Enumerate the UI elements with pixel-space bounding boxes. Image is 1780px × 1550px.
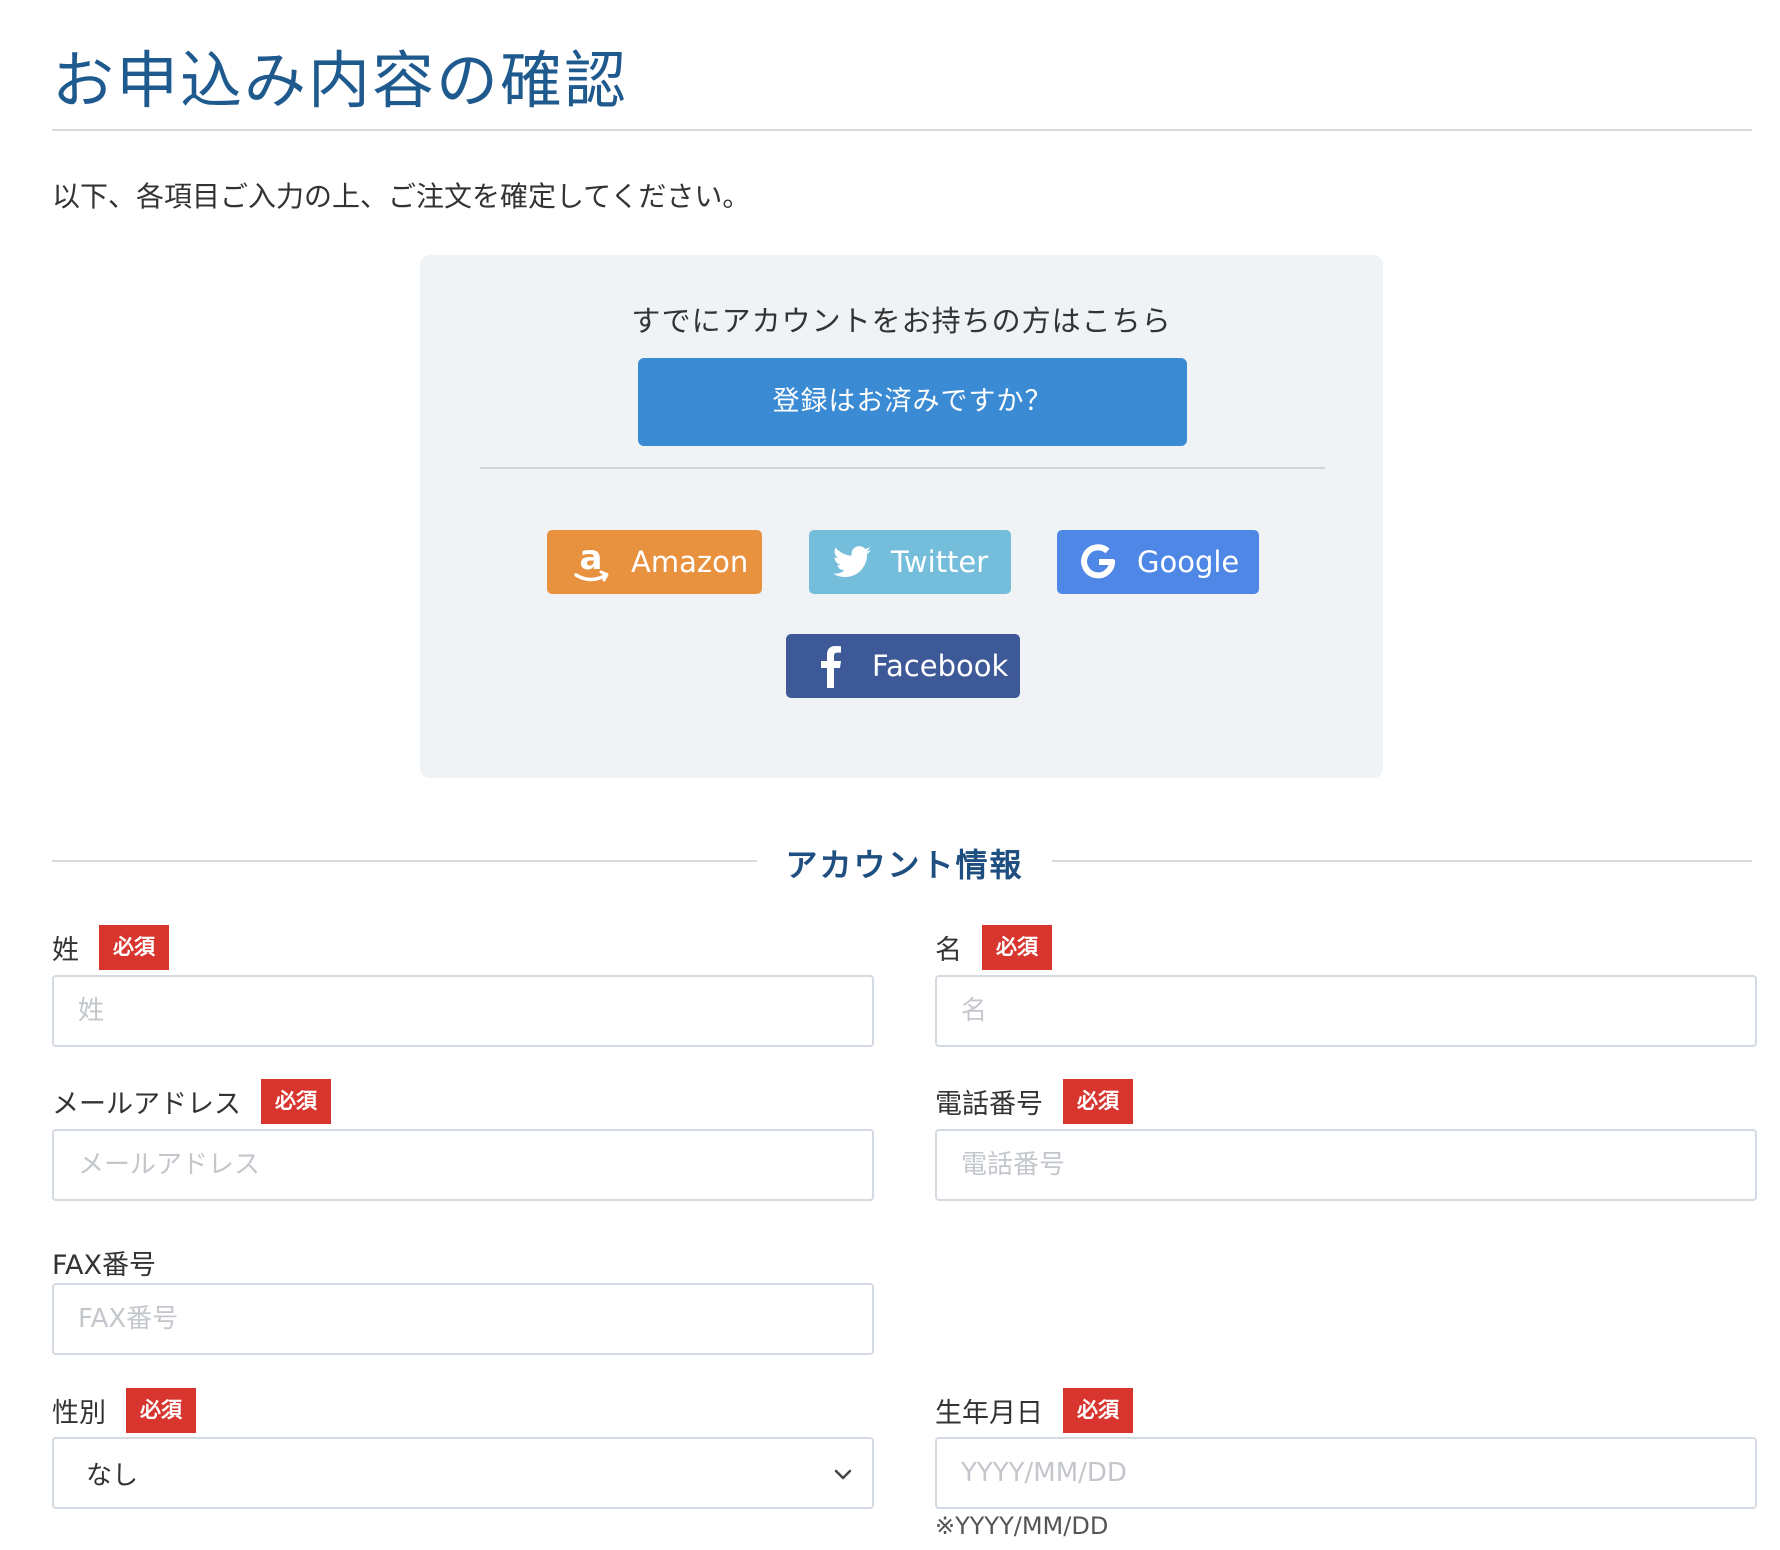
birthdate-label: 生年月日 必須: [935, 1388, 1133, 1433]
title-divider: [52, 129, 1752, 131]
last-name-label-text: 姓: [52, 935, 79, 966]
email-input[interactable]: [52, 1129, 874, 1201]
amazon-login-button[interactable]: a Amazon: [547, 530, 762, 594]
google-g-icon: [1077, 542, 1121, 582]
gender-label: 性別 必須: [52, 1388, 196, 1433]
phone-label: 電話番号 必須: [935, 1079, 1133, 1124]
first-name-label-text: 名: [935, 935, 962, 966]
email-label-text: メールアドレス: [52, 1089, 241, 1120]
section-divider-left: [52, 860, 757, 862]
twitter-bird-icon: [829, 546, 875, 578]
amazon-logo-icon: a: [567, 539, 615, 585]
phone-input[interactable]: [935, 1129, 1757, 1201]
google-login-label: Google: [1137, 545, 1240, 579]
phone-label-text: 電話番号: [935, 1089, 1043, 1120]
email-label: メールアドレス 必須: [52, 1079, 331, 1124]
page-title: お申込み内容の確認: [52, 44, 629, 117]
registered-login-button[interactable]: 登録はお済みですか？: [638, 358, 1187, 446]
first-name-label: 名 必須: [935, 925, 1052, 970]
twitter-login-label: Twitter: [891, 545, 989, 579]
section-divider-right: [1052, 860, 1752, 862]
birthdate-input[interactable]: [935, 1437, 1757, 1509]
fax-label: FAX番号: [52, 1240, 156, 1285]
facebook-f-icon: [810, 644, 850, 688]
account-section-title: アカウント情報: [785, 846, 1024, 884]
login-divider: [480, 467, 1325, 469]
existing-account-heading: すでにアカウントをお持ちの方はこちら: [631, 304, 1172, 338]
amazon-login-label: Amazon: [631, 545, 749, 579]
required-badge: 必須: [982, 925, 1052, 970]
page: お申込み内容の確認 以下、各項目ご入力の上、ご注文を確定してください。 すでにア…: [0, 0, 1780, 1550]
facebook-login-label: Facebook: [872, 649, 1009, 683]
intro-text: 以下、各項目ご入力の上、ご注文を確定してください。: [52, 180, 751, 213]
fax-input[interactable]: [52, 1283, 874, 1355]
gender-selected-value: なし: [86, 1460, 139, 1491]
birthdate-label-text: 生年月日: [935, 1398, 1043, 1429]
required-badge: 必須: [1063, 1079, 1133, 1124]
birthdate-format-hint: ※YYYY/MM/DD: [935, 1512, 1109, 1540]
required-badge: 必須: [99, 925, 169, 970]
required-badge: 必須: [126, 1388, 196, 1433]
facebook-login-button[interactable]: Facebook: [786, 634, 1020, 698]
last-name-input[interactable]: [52, 975, 874, 1047]
fax-label-text: FAX番号: [52, 1250, 157, 1281]
chevron-down-icon: [832, 1461, 854, 1494]
required-badge: 必須: [261, 1079, 331, 1124]
first-name-input[interactable]: [935, 975, 1757, 1047]
existing-account-panel: すでにアカウントをお持ちの方はこちら 登録はお済みですか？ a Amazon T…: [420, 255, 1383, 778]
google-login-button[interactable]: Google: [1057, 530, 1259, 594]
required-badge: 必須: [1063, 1388, 1133, 1433]
twitter-login-button[interactable]: Twitter: [809, 530, 1011, 594]
svg-text:a: a: [580, 539, 603, 578]
last-name-label: 姓 必須: [52, 925, 169, 970]
gender-select[interactable]: なし: [52, 1437, 874, 1509]
gender-label-text: 性別: [52, 1398, 106, 1429]
